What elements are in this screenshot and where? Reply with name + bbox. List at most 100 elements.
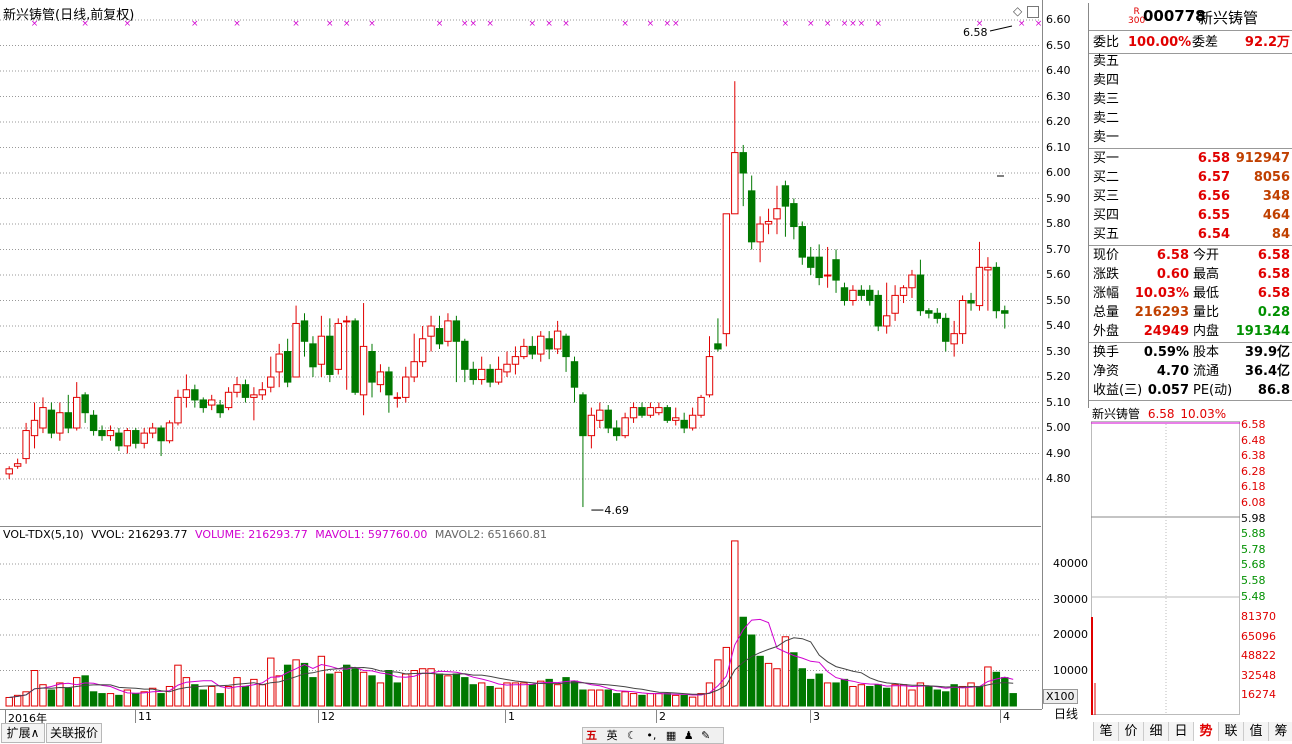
candle-down bbox=[1001, 310, 1009, 314]
moon-icon[interactable]: ☾ bbox=[627, 729, 637, 742]
candle-up bbox=[182, 389, 191, 398]
date-label: 11 bbox=[135, 710, 152, 723]
volume-bar bbox=[984, 666, 992, 707]
volume-bar bbox=[89, 691, 98, 707]
volume-bar bbox=[47, 689, 56, 707]
fundamental-row: 净资 4.70 流通 36.4亿 bbox=[1093, 362, 1290, 381]
volume-bar bbox=[233, 677, 241, 707]
volume-bar bbox=[815, 673, 823, 707]
candle-up bbox=[621, 417, 629, 437]
candle-up bbox=[975, 266, 984, 307]
candle-down bbox=[241, 384, 250, 398]
sell-row: 卖二 bbox=[1093, 109, 1290, 128]
candle-up bbox=[891, 294, 899, 314]
volume-bar bbox=[148, 687, 157, 707]
intraday-volume-label: 48822 bbox=[1241, 649, 1276, 662]
candle-down bbox=[781, 185, 790, 207]
signal-mark: × bbox=[343, 19, 351, 29]
buy-label: 买五 bbox=[1093, 227, 1120, 242]
signal-mark: × bbox=[81, 19, 89, 29]
tab-0[interactable]: 笔 bbox=[1093, 722, 1118, 741]
volume-bar bbox=[22, 691, 30, 707]
candle-down bbox=[807, 256, 815, 268]
intraday-name: 新兴铸管 bbox=[1092, 407, 1141, 421]
tab-6[interactable]: 值 bbox=[1243, 722, 1268, 741]
volume-bar bbox=[942, 691, 950, 707]
candle-up bbox=[5, 468, 13, 475]
ime-five-stroke-icon[interactable]: 五 bbox=[586, 729, 597, 742]
buy-label: 买三 bbox=[1093, 189, 1120, 204]
quote-panel: R 300 000778 新兴铸管 委比 100.00% 委差 92.2万 卖五… bbox=[1043, 0, 1292, 743]
signal-mark: × bbox=[1035, 19, 1041, 29]
buy-row: 买二 6.57 8056 bbox=[1093, 168, 1290, 187]
volume-bar bbox=[638, 694, 646, 707]
input-method-bar[interactable]: 五 英 ☾ •, ▦ ♟ ✎ bbox=[582, 727, 724, 744]
volume-bar bbox=[992, 671, 1001, 707]
candle-up bbox=[520, 345, 528, 358]
stat-label: 现价 bbox=[1093, 248, 1120, 263]
candle-down bbox=[815, 256, 823, 279]
fundamental-row: 收益(三) 0.057 PE(动) 86.8 bbox=[1093, 381, 1290, 400]
user-icon[interactable]: ♟ bbox=[684, 729, 694, 742]
tab-3[interactable]: 日 bbox=[1168, 722, 1193, 741]
candle-up bbox=[106, 430, 115, 437]
ime-english-icon[interactable]: 英 bbox=[607, 729, 618, 742]
volume-bar bbox=[520, 682, 528, 707]
intraday-volume-label: 16274 bbox=[1241, 688, 1276, 701]
intraday-price-label: 5.68 bbox=[1241, 558, 1266, 572]
volume-bar bbox=[157, 693, 165, 707]
volume-bar bbox=[427, 668, 435, 707]
candle-up bbox=[292, 322, 300, 378]
tab-2[interactable]: 细 bbox=[1143, 722, 1168, 741]
candle-down bbox=[452, 320, 461, 342]
candle-up bbox=[376, 371, 385, 386]
tab-7[interactable]: 筹 bbox=[1268, 722, 1292, 741]
intraday-chart[interactable] bbox=[1091, 421, 1241, 716]
intraday-price-label: 6.58 bbox=[1241, 418, 1266, 431]
signal-mark: × bbox=[124, 19, 132, 29]
candlestick-chart[interactable]: ××××××××××××××××××××××××××××××××××6.584.… bbox=[0, 0, 1041, 526]
wrench-icon[interactable]: ✎ bbox=[701, 729, 710, 742]
intraday-volume-label: 81370 bbox=[1241, 610, 1276, 623]
volume-bar bbox=[56, 682, 64, 707]
date-label: 4 bbox=[1000, 710, 1010, 723]
buy-volume: 348 bbox=[1262, 189, 1290, 204]
candle-down bbox=[663, 407, 672, 421]
signal-mark: × bbox=[436, 19, 444, 29]
candle-up bbox=[73, 396, 81, 429]
volume-bar bbox=[933, 689, 941, 707]
candle-up bbox=[233, 384, 241, 393]
volume-bar bbox=[849, 685, 857, 707]
kline-chart-area[interactable]: 新兴铸管(日线,前复权) ◇ × × × × × × × × × × × × × × × × × × × × × × × × ×… bbox=[0, 0, 1043, 709]
punctuation-icon[interactable]: •, bbox=[646, 729, 656, 742]
volume-bar bbox=[773, 668, 781, 707]
tab-4[interactable]: 势 bbox=[1193, 722, 1218, 741]
candle-down bbox=[115, 432, 123, 447]
tab-5[interactable]: 联 bbox=[1218, 722, 1243, 741]
stat-label: 涨跌 bbox=[1093, 267, 1120, 282]
volume-bar bbox=[866, 685, 874, 707]
candle-up bbox=[587, 414, 596, 437]
candle-down bbox=[680, 419, 688, 429]
expand-button[interactable]: 扩展∧ bbox=[1, 723, 45, 743]
candle-down bbox=[840, 287, 849, 301]
signal-mark: × bbox=[461, 19, 469, 29]
tab-1[interactable]: 价 bbox=[1118, 722, 1143, 741]
candle-up bbox=[267, 376, 275, 388]
stat-row: 总量 216293 量比 0.28 bbox=[1093, 303, 1290, 322]
volume-bar bbox=[857, 684, 866, 707]
signal-mark: × bbox=[874, 19, 882, 29]
candle-down bbox=[309, 343, 317, 368]
candle-down bbox=[916, 274, 925, 312]
fundamental-label: 净资 bbox=[1093, 364, 1120, 379]
stat-value: 6.58 bbox=[1156, 248, 1189, 263]
candle-down bbox=[89, 414, 98, 432]
candle-up bbox=[764, 220, 773, 225]
date-label: 12 bbox=[318, 710, 335, 723]
volume-chart[interactable] bbox=[0, 527, 1041, 707]
candle-up bbox=[410, 361, 418, 378]
candle-down bbox=[714, 343, 722, 350]
keyboard-icon[interactable]: ▦ bbox=[666, 729, 676, 742]
related-quote-button[interactable]: 关联报价 bbox=[46, 723, 102, 743]
volume-bar bbox=[300, 662, 309, 707]
